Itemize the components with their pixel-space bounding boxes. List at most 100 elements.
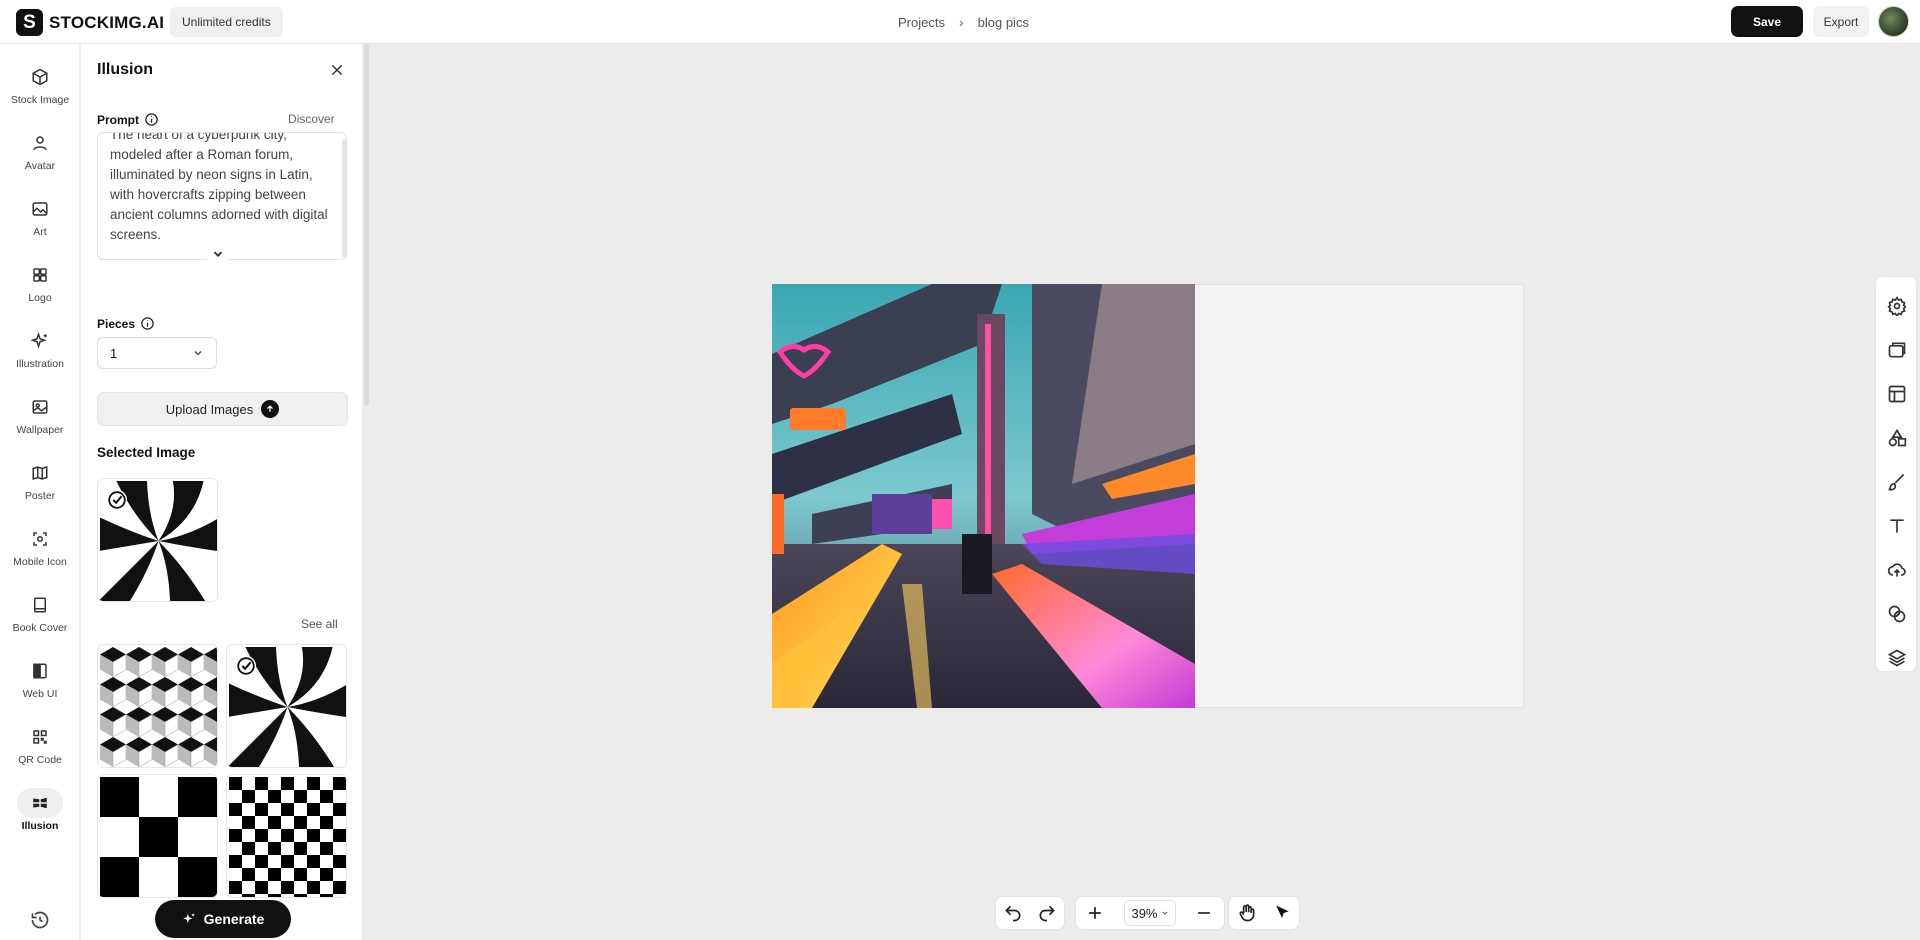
selected-image-title: Selected Image — [97, 445, 196, 460]
pattern-thumb-cubes[interactable] — [97, 644, 218, 768]
info-icon[interactable] — [144, 112, 159, 127]
rail-item-art[interactable]: Art — [0, 188, 80, 248]
rail-item-web-ui[interactable]: Web UI — [0, 650, 80, 710]
text-icon[interactable] — [1887, 516, 1907, 536]
picture-icon — [29, 396, 51, 418]
rail-label: Art — [33, 226, 47, 238]
breadcrumb: Projects › blog pics — [898, 14, 1029, 30]
rail-label: Stock Image — [10, 94, 70, 106]
rail-label: Illusion — [21, 820, 59, 832]
image-icon — [29, 198, 51, 220]
effects-icon[interactable] — [1887, 604, 1907, 624]
illusion-panel: Illusion Prompt Discover The heart of a … — [81, 44, 363, 940]
pieces-select[interactable]: 1 — [97, 337, 217, 369]
rail-item-wallpaper[interactable]: Wallpaper — [0, 386, 80, 446]
chevron-down-icon[interactable] — [206, 242, 230, 266]
pattern-thumb-checker-small[interactable] — [226, 774, 347, 898]
prompt-label-group: Prompt — [97, 112, 159, 127]
rail-item-avatar[interactable]: Avatar — [0, 122, 80, 182]
cube-icon — [29, 66, 51, 88]
zoom-in-icon[interactable] — [1085, 903, 1105, 923]
qr-icon — [29, 726, 51, 748]
check-circle-icon — [235, 655, 257, 677]
pieces-label-group: Pieces — [97, 316, 155, 331]
chevron-right-icon: › — [958, 14, 964, 30]
save-button[interactable]: Save — [1731, 6, 1803, 37]
rail-label: Wallpaper — [16, 424, 64, 436]
book-icon — [29, 594, 51, 616]
top-bar: S STOCKIMG.AI Unlimited credits Projects… — [0, 0, 1920, 44]
illusion-icon — [17, 788, 63, 818]
rail-label: Mobile Icon — [13, 556, 67, 568]
prompt-textarea[interactable]: The heart of a cyberpunk city, modeled a… — [97, 132, 347, 260]
focus-icon — [29, 528, 51, 550]
zoom-value: 39% — [1131, 905, 1158, 921]
prompt-scrollbar[interactable] — [342, 139, 346, 257]
rail-label: Web UI — [22, 688, 58, 700]
brush-icon[interactable] — [1887, 472, 1907, 492]
history-icon[interactable] — [30, 910, 50, 930]
pieces-value: 1 — [110, 345, 118, 361]
folder-icon[interactable] — [1887, 340, 1907, 360]
selected-pattern-thumb[interactable] — [97, 478, 218, 602]
check-circle-icon — [106, 489, 128, 511]
generate-button[interactable]: Generate — [155, 900, 291, 938]
redo-icon[interactable] — [1037, 903, 1057, 923]
rail-item-logo[interactable]: Logo — [0, 254, 80, 314]
sparkle-icon — [182, 913, 195, 924]
upload-icon — [261, 400, 280, 418]
settings-icon[interactable] — [1887, 296, 1907, 316]
template-icon[interactable] — [1887, 384, 1907, 404]
prompt-text: The heart of a cyberpunk city, modeled a… — [110, 132, 328, 242]
layout-icon — [29, 660, 51, 682]
rail-item-illustration[interactable]: Illustration — [0, 320, 80, 380]
breadcrumb-projects[interactable]: Projects — [898, 15, 945, 30]
rail-item-illusion[interactable]: Illusion — [0, 782, 80, 842]
shapes-icon[interactable] — [1887, 428, 1907, 448]
credits-badge[interactable]: Unlimited credits — [170, 7, 283, 37]
generated-image[interactable] — [772, 284, 1195, 708]
sparkle-icon — [29, 330, 51, 352]
close-icon[interactable] — [329, 62, 345, 78]
hand-icon[interactable] — [1237, 903, 1257, 923]
rail-label: Avatar — [24, 160, 56, 172]
rail-item-poster[interactable]: Poster — [0, 452, 80, 512]
rail-item-mobile-icon[interactable]: Mobile Icon — [0, 518, 80, 578]
see-all-link[interactable]: See all — [301, 617, 338, 631]
person-icon — [29, 132, 51, 154]
pattern-thumb-swirl[interactable] — [226, 644, 347, 768]
logo-mark: S — [16, 9, 43, 36]
rail-item-qr-code[interactable]: QR Code — [0, 716, 80, 776]
zoom-controls: 39% — [1075, 896, 1225, 930]
undo-icon[interactable] — [1003, 903, 1023, 923]
rail-label: Poster — [24, 490, 56, 502]
breadcrumb-current[interactable]: blog pics — [978, 15, 1029, 30]
rail-item-stock-image[interactable]: Stock Image — [0, 56, 80, 116]
rail-item-book-cover[interactable]: Book Cover — [0, 584, 80, 644]
upload-label: Upload Images — [165, 401, 254, 417]
checker-large-pattern — [100, 777, 217, 897]
history-controls — [995, 896, 1065, 930]
rail-label: Illustration — [16, 358, 64, 370]
brand-name: STOCKIMG.AI — [49, 12, 165, 32]
user-avatar[interactable] — [1878, 6, 1909, 37]
checker-small-pattern — [229, 777, 346, 897]
zoom-select[interactable]: 39% — [1124, 900, 1176, 926]
pointer-icon[interactable] — [1272, 903, 1292, 923]
upload-images-button[interactable]: Upload Images — [97, 392, 348, 426]
left-rail: Stock Image Avatar Art Logo Illustration… — [0, 44, 80, 940]
info-icon[interactable] — [140, 316, 155, 331]
upload-cloud-icon[interactable] — [1887, 560, 1907, 580]
layers-icon[interactable] — [1887, 648, 1907, 668]
map-icon — [29, 462, 51, 484]
export-button[interactable]: Export — [1813, 6, 1869, 37]
rail-label: QR Code — [18, 754, 62, 766]
prompt-label: Prompt — [97, 112, 139, 127]
pattern-thumb-checker-large[interactable] — [97, 774, 218, 898]
rail-label: Book Cover — [12, 622, 68, 634]
panel-scrollbar[interactable] — [364, 44, 369, 406]
discover-link[interactable]: Discover — [288, 112, 335, 126]
brand-logo[interactable]: S STOCKIMG.AI — [16, 9, 164, 36]
zoom-out-icon[interactable] — [1194, 903, 1214, 923]
pieces-label: Pieces — [97, 316, 136, 331]
